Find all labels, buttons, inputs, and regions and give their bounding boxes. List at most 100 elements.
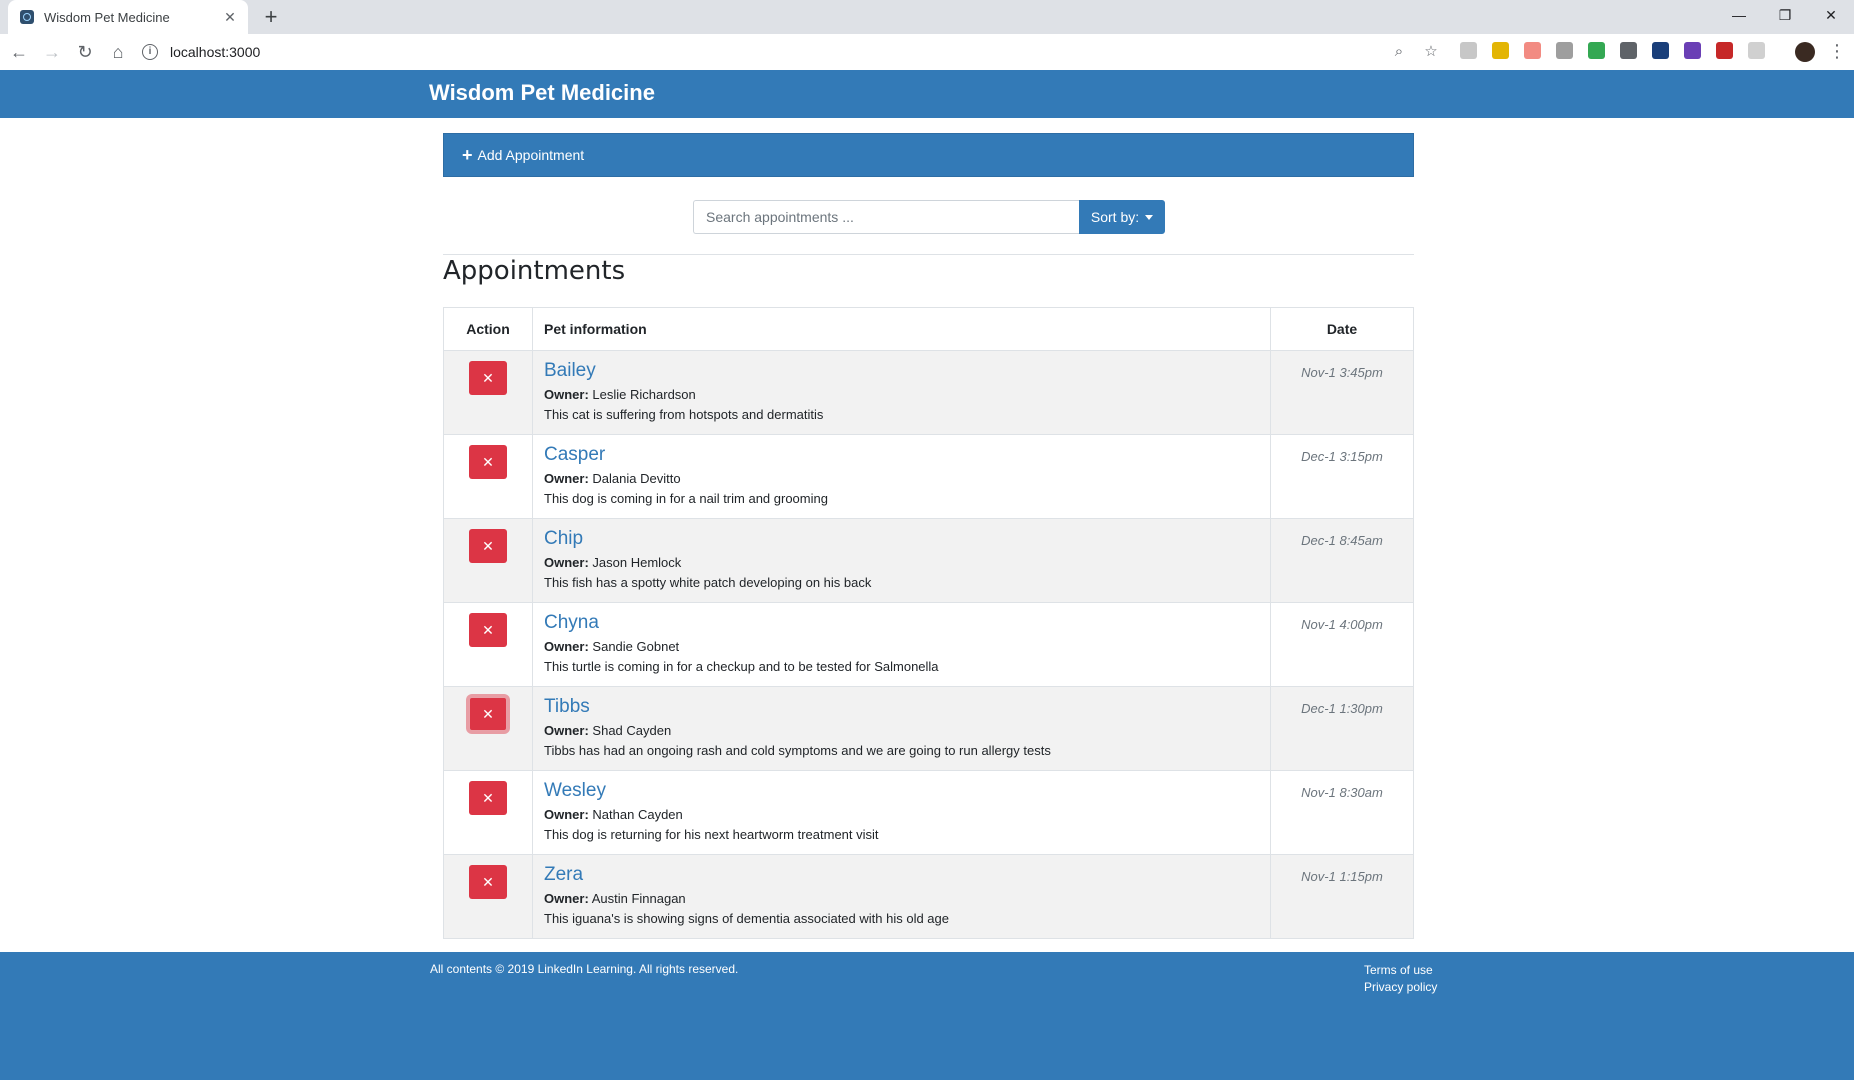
owner-label: Owner: <box>544 723 589 738</box>
appointment-date: Nov-1 4:00pm <box>1270 602 1414 687</box>
delete-appointment-button[interactable]: ✕ <box>469 613 507 647</box>
appointment-notes[interactable]: This cat is suffering from hotspots and … <box>544 405 1259 425</box>
address-bar[interactable]: i localhost:3000 <box>142 38 1432 66</box>
pet-name[interactable]: Chyna <box>544 613 1259 633</box>
browser-extension-icon[interactable] <box>1492 42 1509 59</box>
delete-appointment-button[interactable]: ✕ <box>469 781 507 815</box>
appointment-notes[interactable]: Tibbs has had an ongoing rash and cold s… <box>544 741 1259 761</box>
terms-of-use-link[interactable]: Terms of use <box>1364 962 1437 979</box>
appointment-date: Nov-1 1:15pm <box>1270 854 1414 939</box>
reload-icon[interactable]: ↻ <box>71 38 99 66</box>
site-info-icon[interactable]: i <box>142 44 158 60</box>
table-row: ✕ Tibbs Owner: Shad Cayden Tibbs has had… <box>443 686 1414 771</box>
appointment-notes[interactable]: This turtle is coming in for a checkup a… <box>544 657 1259 677</box>
owner-name[interactable]: Sandie Gobnet <box>592 639 679 654</box>
browser-extension-icon[interactable] <box>1684 42 1701 59</box>
add-appointment-button[interactable]: + Add Appointment <box>443 133 1414 177</box>
bookmark-star-icon[interactable]: ☆ <box>1420 41 1442 63</box>
restore-icon[interactable]: ❐ <box>1762 0 1808 30</box>
appointment-date: Dec-1 1:30pm <box>1270 686 1414 771</box>
brand-title[interactable]: Wisdom Pet Medicine <box>429 80 655 106</box>
footer-links: Terms of use Privacy policy <box>1364 962 1437 996</box>
window-controls: — ❐ ✕ <box>1716 0 1854 30</box>
appointments-body: ✕ Bailey Owner: Leslie Richardson This c… <box>443 350 1414 939</box>
table-row: ✕ Casper Owner: Dalania Devitto This dog… <box>443 434 1414 519</box>
table-header-row: Action Pet information Date <box>443 307 1414 351</box>
appointment-date: Nov-1 3:45pm <box>1270 350 1414 435</box>
search-input[interactable] <box>693 200 1079 234</box>
new-tab-icon[interactable]: + <box>258 4 284 30</box>
column-header-action: Action <box>443 307 533 351</box>
sort-dropdown-button[interactable]: Sort by: <box>1079 200 1165 234</box>
pet-name[interactable]: Casper <box>544 445 1259 465</box>
privacy-policy-link[interactable]: Privacy policy <box>1364 979 1437 996</box>
browser-tabstrip: Wisdom Pet Medicine ✕ + — ❐ ✕ <box>0 0 1854 34</box>
add-appointment-label: Add Appointment <box>477 147 585 163</box>
column-header-pet: Pet information <box>532 307 1271 351</box>
delete-appointment-button[interactable]: ✕ <box>469 697 507 731</box>
app-header: Wisdom Pet Medicine <box>0 70 1854 118</box>
page-footer: All contents © 2019 LinkedIn Learning. A… <box>0 952 1854 1080</box>
browser-extension-icon[interactable] <box>1556 42 1573 59</box>
owner-name[interactable]: Dalania Devitto <box>592 471 680 486</box>
forward-icon[interactable]: → <box>38 38 66 66</box>
profile-avatar[interactable] <box>1795 42 1815 62</box>
tab-title: Wisdom Pet Medicine <box>44 9 170 25</box>
appointment-date: Dec-1 3:15pm <box>1270 434 1414 519</box>
owner-label: Owner: <box>544 471 589 486</box>
browser-menu-icon[interactable]: ⋮ <box>1828 40 1846 62</box>
delete-appointment-button[interactable]: ✕ <box>469 865 507 899</box>
url-text[interactable]: localhost:3000 <box>170 44 260 60</box>
browser-extension-icon[interactable] <box>1716 42 1733 59</box>
appointment-notes[interactable]: This dog is coming in for a nail trim an… <box>544 489 1259 509</box>
browser-extension-icon[interactable] <box>1620 42 1637 59</box>
owner-label: Owner: <box>544 387 589 402</box>
delete-appointment-button[interactable]: ✕ <box>469 445 507 479</box>
browser-extension-icon[interactable] <box>1652 42 1669 59</box>
home-icon[interactable]: ⌂ <box>104 38 132 66</box>
appointment-notes[interactable]: This iguana's is showing signs of dement… <box>544 909 1259 929</box>
owner-name[interactable]: Austin Finnagan <box>592 891 686 906</box>
browser-extension-icon[interactable] <box>1524 42 1541 59</box>
owner-label: Owner: <box>544 555 589 570</box>
owner-label: Owner: <box>544 891 589 906</box>
react-favicon-icon <box>20 10 34 24</box>
pet-name[interactable]: Bailey <box>544 361 1259 381</box>
owner-label: Owner: <box>544 807 589 822</box>
minimize-icon[interactable]: — <box>1716 0 1762 30</box>
window-close-icon[interactable]: ✕ <box>1808 0 1854 30</box>
owner-name[interactable]: Jason Hemlock <box>592 555 681 570</box>
table-row: ✕ Zera Owner: Austin Finnagan This iguan… <box>443 854 1414 939</box>
close-tab-icon[interactable]: ✕ <box>220 9 240 26</box>
appointments-table: Action Pet information Date ✕ Bailey Own… <box>443 307 1414 939</box>
copyright-text: All contents © 2019 LinkedIn Learning. A… <box>430 962 739 976</box>
appointment-notes[interactable]: This fish has a spotty white patch devel… <box>544 573 1259 593</box>
appointment-date: Nov-1 8:30am <box>1270 770 1414 855</box>
table-row: ✕ Wesley Owner: Nathan Cayden This dog i… <box>443 770 1414 855</box>
table-row: ✕ Chip Owner: Jason Hemlock This fish ha… <box>443 518 1414 603</box>
pet-name[interactable]: Zera <box>544 865 1259 885</box>
column-header-date: Date <box>1270 307 1414 351</box>
owner-name[interactable]: Leslie Richardson <box>592 387 695 402</box>
pet-name[interactable]: Wesley <box>544 781 1259 801</box>
sort-label: Sort by: <box>1090 209 1140 225</box>
owner-name[interactable]: Shad Cayden <box>592 723 671 738</box>
browser-extension-icon[interactable] <box>1748 42 1765 59</box>
zoom-icon[interactable]: ⌕ <box>1388 41 1410 63</box>
owner-label: Owner: <box>544 639 589 654</box>
browser-extension-icon[interactable] <box>1460 42 1477 59</box>
extension-icons <box>1460 42 1780 59</box>
delete-appointment-button[interactable]: ✕ <box>469 529 507 563</box>
pet-name[interactable]: Chip <box>544 529 1259 549</box>
browser-extension-icon[interactable] <box>1588 42 1605 59</box>
plus-icon: + <box>462 145 473 165</box>
divider <box>443 254 1414 255</box>
back-icon[interactable]: ← <box>5 38 33 66</box>
table-row: ✕ Chyna Owner: Sandie Gobnet This turtle… <box>443 602 1414 687</box>
table-row: ✕ Bailey Owner: Leslie Richardson This c… <box>443 350 1414 435</box>
pet-name[interactable]: Tibbs <box>544 697 1259 717</box>
browser-tab[interactable]: Wisdom Pet Medicine ✕ <box>8 0 248 34</box>
delete-appointment-button[interactable]: ✕ <box>469 361 507 395</box>
appointment-notes[interactable]: This dog is returning for his next heart… <box>544 825 1259 845</box>
owner-name[interactable]: Nathan Cayden <box>592 807 682 822</box>
